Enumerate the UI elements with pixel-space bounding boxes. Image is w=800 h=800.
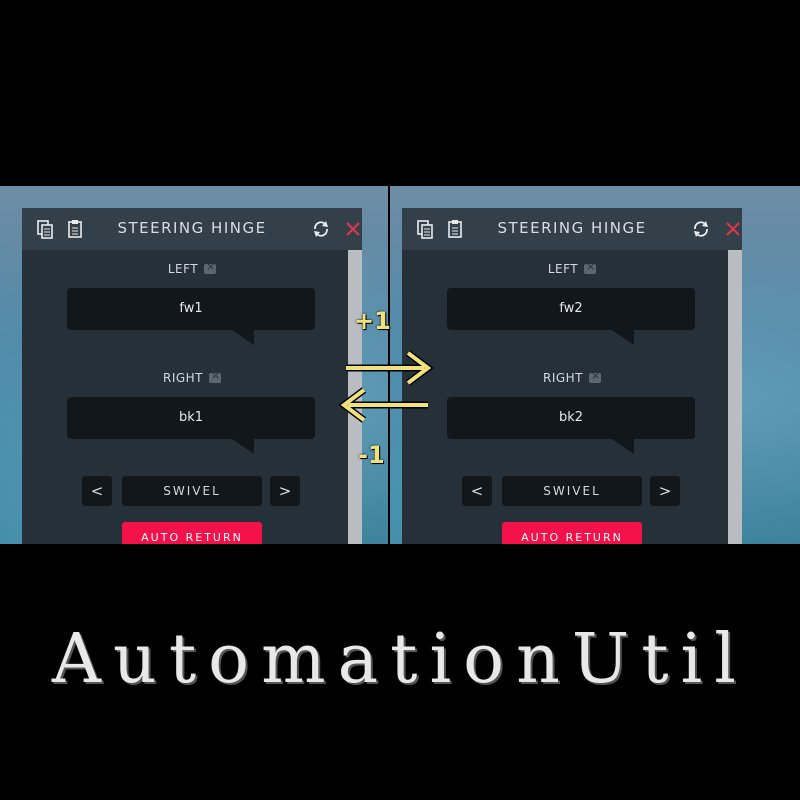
mode-next-button[interactable]: > [650, 476, 680, 506]
refresh-icon[interactable] [310, 218, 332, 240]
refresh-icon[interactable] [690, 218, 712, 240]
panel-title: STEERING HINGE [497, 219, 647, 237]
swap-arrows-icon [338, 350, 434, 423]
mode-selector: SWIVEL [122, 476, 262, 506]
paste-icon[interactable] [444, 218, 466, 240]
copy-icon[interactable] [34, 218, 56, 240]
panel-titlebar: STEERING HINGE [22, 208, 362, 250]
panel-titlebar: STEERING HINGE [402, 208, 742, 250]
left-label: LEFT [502, 260, 642, 276]
auto-return-button[interactable]: AUTO RETURN [122, 522, 262, 544]
clear-icon[interactable] [209, 369, 222, 383]
close-icon[interactable] [722, 218, 744, 240]
left-field[interactable]: fw2 [447, 288, 695, 345]
mode-next-button[interactable]: > [270, 476, 300, 506]
right-label: RIGHT [502, 369, 642, 385]
clear-icon[interactable] [584, 260, 597, 274]
mode-selector: SWIVEL [502, 476, 642, 506]
steering-hinge-panel-left: STEERING HINGE LEFT fw1 RIGHT bk1 < SWIV… [22, 208, 362, 544]
right-screenshot: STEERING HINGE LEFT fw2 RIGHT bk2 < SWIV… [390, 186, 800, 544]
exchange-arrows: +1 -1 [336, 305, 436, 475]
decrement-label: -1 [358, 441, 385, 469]
mode-prev-button[interactable]: < [82, 476, 112, 506]
scrollbar[interactable] [728, 250, 742, 544]
paste-icon[interactable] [64, 218, 86, 240]
right-field[interactable]: bk2 [447, 397, 695, 454]
clear-icon[interactable] [204, 260, 217, 274]
mode-prev-button[interactable]: < [462, 476, 492, 506]
close-icon[interactable] [342, 218, 364, 240]
panel-title: STEERING HINGE [117, 219, 267, 237]
brand-title: AutomationUtil [51, 620, 749, 699]
right-field[interactable]: bk1 [67, 397, 315, 454]
left-field[interactable]: fw1 [67, 288, 315, 345]
auto-return-button[interactable]: AUTO RETURN [502, 522, 642, 544]
copy-icon[interactable] [414, 218, 436, 240]
steering-hinge-panel-right: STEERING HINGE LEFT fw2 RIGHT bk2 < SWIV… [402, 208, 742, 544]
clear-icon[interactable] [589, 369, 602, 383]
left-label: LEFT [122, 260, 262, 276]
right-label: RIGHT [122, 369, 262, 385]
left-screenshot: STEERING HINGE LEFT fw1 RIGHT bk1 < SWIV… [0, 186, 388, 544]
